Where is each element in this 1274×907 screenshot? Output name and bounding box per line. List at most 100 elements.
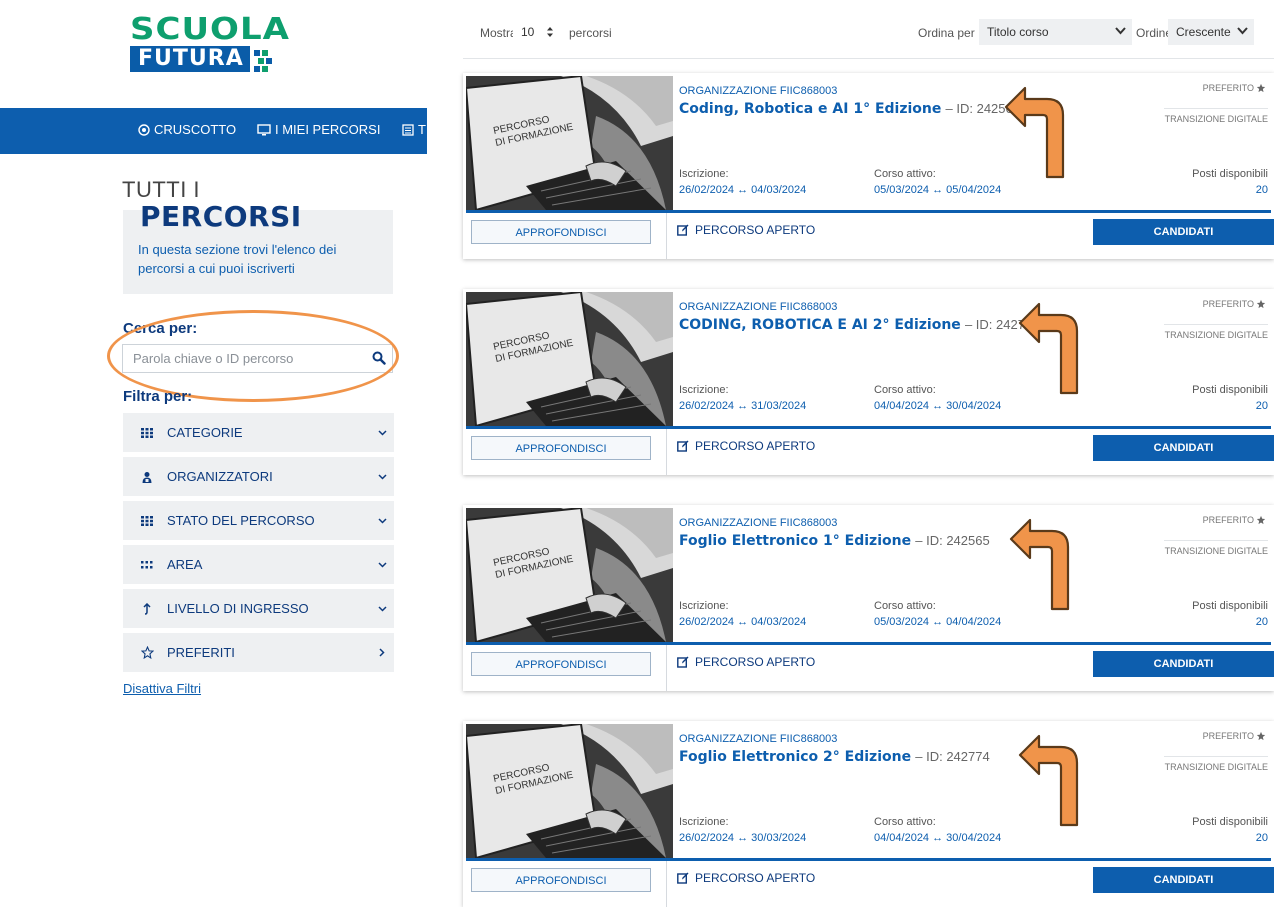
star-icon xyxy=(1256,83,1266,93)
filter-preferiti[interactable]: PREFERITI xyxy=(123,633,394,672)
course-title[interactable]: Foglio Elettronico 1° Edizione – ID: 242… xyxy=(679,532,990,549)
chevron-down-icon xyxy=(377,605,387,612)
filter-organizzatori[interactable]: ORGANIZZATORI xyxy=(123,457,394,496)
disable-filters-link[interactable]: Disattiva Filtri xyxy=(123,681,201,696)
main-nav: CRUSCOTTO I MIEI PERCORSI TU xyxy=(0,108,435,154)
approfondisci-button[interactable]: APPROFONDISCI xyxy=(471,220,651,244)
show-count-value: 10 xyxy=(521,25,535,39)
corso-label: Corso attivo: xyxy=(874,600,936,612)
iscrizione-dates: 26/02/2024 ↔ 30/03/2024 xyxy=(679,832,807,844)
filter-stato-percorso[interactable]: STATO DEL PERCORSO xyxy=(123,501,394,540)
corso-dates: 04/04/2024 ↔ 30/04/2024 xyxy=(874,400,1002,412)
approfondisci-button[interactable]: APPROFONDISCI xyxy=(471,436,651,460)
posti-count: 20 xyxy=(1255,184,1268,196)
posti-count: 20 xyxy=(1255,832,1268,844)
candidati-button[interactable]: CANDIDATI xyxy=(1093,435,1274,461)
filter-area[interactable]: AREA xyxy=(123,545,394,584)
approfondisci-button[interactable]: APPROFONDISCI xyxy=(471,652,651,676)
separator xyxy=(666,645,667,691)
show-count-select[interactable]: 10 xyxy=(513,19,567,45)
posti-label: Posti disponibili xyxy=(1192,168,1268,180)
candidati-button[interactable]: CANDIDATI xyxy=(1093,651,1274,677)
favorite-label: PREFERITO xyxy=(1202,515,1254,525)
organization: ORGANIZZAZIONE FIIC868003 xyxy=(679,733,838,745)
grid-icon xyxy=(141,427,153,438)
order-select[interactable]: Crescente xyxy=(1168,19,1254,45)
chevron-down-icon xyxy=(377,429,387,436)
iscrizione-label: Iscrizione: xyxy=(679,600,729,612)
course-image: PERCORSO DI FORMAZIONE xyxy=(466,76,673,210)
filter-livello-ingresso[interactable]: LIVELLO DI INGRESSO xyxy=(123,589,394,628)
favorite-toggle[interactable]: PREFERITO xyxy=(1203,731,1266,741)
candidati-button[interactable]: CANDIDATI xyxy=(1093,219,1274,245)
edit-icon xyxy=(677,656,689,668)
corso-label: Corso attivo: xyxy=(874,816,936,828)
sort-value: Titolo corso xyxy=(987,25,1049,39)
chevron-right-icon xyxy=(379,648,385,657)
logo-line2: FUTURA xyxy=(130,46,250,72)
separator xyxy=(666,429,667,475)
grid-icon xyxy=(141,515,153,526)
posti-count: 20 xyxy=(1255,616,1268,628)
favorite-toggle[interactable]: PREFERITO xyxy=(1203,299,1266,309)
filter-categorie[interactable]: CATEGORIE xyxy=(123,413,394,452)
laptop-illustration: PERCORSO DI FORMAZIONE xyxy=(466,508,673,642)
favorite-label: PREFERITO xyxy=(1202,83,1254,93)
course-title[interactable]: Coding, Robotica e AI 1° Edizione – ID: … xyxy=(679,100,1020,117)
course-card: PERCORSO DI FORMAZIONE ORGANIZZAZIONE FI… xyxy=(463,721,1274,907)
category-tag: TRANSIZIONE DIGITALE xyxy=(1164,540,1268,556)
star-icon xyxy=(1256,731,1266,741)
posti-count: 20 xyxy=(1255,400,1268,412)
edit-icon xyxy=(677,224,689,236)
course-card: PERCORSO DI FORMAZIONE ORGANIZZAZIONE FI… xyxy=(463,73,1274,259)
nav-label: TU xyxy=(418,122,436,137)
sort-label: Ordina per xyxy=(918,26,975,40)
separator xyxy=(666,213,667,259)
course-image: PERCORSO DI FORMAZIONE xyxy=(466,292,673,426)
iscrizione-dates: 26/02/2024 ↔ 31/03/2024 xyxy=(679,400,807,412)
updown-arrows-icon xyxy=(547,27,553,37)
scuola-futura-logo[interactable]: SCUOLA FUTURA xyxy=(130,14,290,78)
users-icon xyxy=(142,471,152,483)
annotation-arrow-icon xyxy=(1009,518,1070,611)
chevron-down-icon xyxy=(1237,27,1248,35)
show-label: Mostra xyxy=(480,26,517,40)
order-value: Crescente xyxy=(1176,25,1231,39)
laptop-illustration: PERCORSO DI FORMAZIONE xyxy=(466,76,673,210)
dots-grid-icon xyxy=(141,560,153,568)
filter-item-label: CATEGORIE xyxy=(167,425,243,440)
favorite-toggle[interactable]: PREFERITO xyxy=(1203,83,1266,93)
iscrizione-dates: 26/02/2024 ↔ 04/03/2024 xyxy=(679,616,807,628)
posti-label: Posti disponibili xyxy=(1192,384,1268,396)
course-id: – ID: 242774 xyxy=(915,749,990,764)
course-title[interactable]: Foglio Elettronico 2° Edizione – ID: 242… xyxy=(679,748,990,765)
corso-dates: 04/04/2024 ↔ 30/04/2024 xyxy=(874,832,1002,844)
filter-item-label: PREFERITI xyxy=(167,645,235,660)
laptop-illustration: PERCORSO DI FORMAZIONE xyxy=(466,724,673,858)
edit-icon xyxy=(677,440,689,452)
percorso-aperto-label: PERCORSO APERTO xyxy=(695,223,816,237)
percorso-aperto: PERCORSO APERTO xyxy=(677,871,815,885)
sort-select[interactable]: Titolo corso xyxy=(979,19,1132,45)
favorite-toggle[interactable]: PREFERITO xyxy=(1203,515,1266,525)
star-icon xyxy=(1256,515,1266,525)
candidati-button[interactable]: CANDIDATI xyxy=(1093,867,1274,893)
nav-tutti-percorsi[interactable]: TU xyxy=(402,122,435,137)
category-tag: TRANSIZIONE DIGITALE xyxy=(1164,324,1268,340)
corso-label: Corso attivo: xyxy=(874,168,936,180)
percorso-aperto-label: PERCORSO APERTO xyxy=(695,655,816,669)
organization: ORGANIZZAZIONE FIIC868003 xyxy=(679,517,838,529)
order-label: Ordine xyxy=(1136,26,1173,40)
course-title-text: Foglio Elettronico 2° Edizione xyxy=(679,749,912,765)
chevron-down-icon xyxy=(377,517,387,524)
filter-item-label: AREA xyxy=(167,557,203,572)
course-image: PERCORSO DI FORMAZIONE xyxy=(466,508,673,642)
course-card: PERCORSO DI FORMAZIONE ORGANIZZAZIONE FI… xyxy=(463,289,1274,475)
course-title[interactable]: CODING, ROBOTICA E AI 2° Edizione – ID: … xyxy=(679,316,1039,333)
nav-miei-percorsi[interactable]: I MIEI PERCORSI xyxy=(257,122,380,137)
approfondisci-button[interactable]: APPROFONDISCI xyxy=(471,868,651,892)
separator xyxy=(666,861,667,907)
filter-label: Filtra per: xyxy=(123,388,193,405)
percorso-aperto-label: PERCORSO APERTO xyxy=(695,871,816,885)
nav-cruscotto[interactable]: CRUSCOTTO xyxy=(138,122,236,137)
